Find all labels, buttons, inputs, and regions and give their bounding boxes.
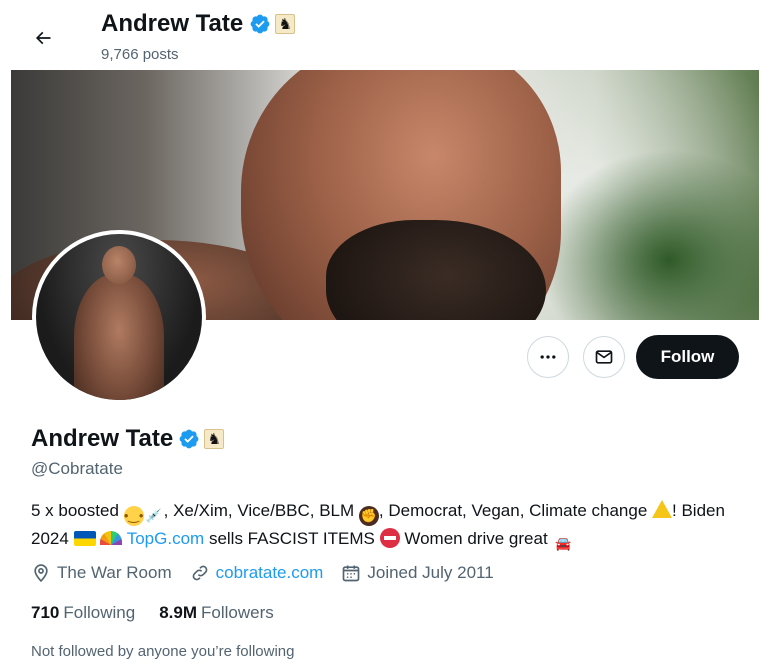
followers-count-link[interactable]: 8.9M Followers <box>159 603 274 623</box>
profile-name: Andrew Tate <box>31 425 174 452</box>
envelope-icon <box>595 350 613 364</box>
rainbow-emoji-icon <box>100 531 123 545</box>
follow-button[interactable]: Follow <box>636 335 739 379</box>
car-emoji-icon: 🚘 <box>555 536 572 551</box>
location-text: The War Room <box>57 563 172 582</box>
followers-label: Followers <box>200 603 274 622</box>
following-label: Following <box>63 603 136 622</box>
bio-text: sells FASCIST ITEMS <box>208 529 375 548</box>
bio-text: , Xe/Xim, Vice/BBC, BLM <box>163 501 355 520</box>
message-button[interactable] <box>583 336 625 378</box>
bio-link-topg[interactable]: TopG.com <box>127 529 204 548</box>
following-count: 710 <box>31 603 60 622</box>
warning-emoji-icon <box>652 500 673 518</box>
profile-bio: 5 x boosted •‿• 💉, Xe/Xim, Vice/BBC, BLM … <box>31 498 746 554</box>
profile-avatar[interactable] <box>32 230 206 404</box>
location-pin-icon <box>34 564 48 583</box>
header-title: Andrew Tate ♞ <box>101 10 296 38</box>
header-name: Andrew Tate <box>101 10 244 37</box>
arrow-left-icon <box>35 31 51 45</box>
not-followed-notice: Not followed by anyone you’re following <box>31 643 295 660</box>
verified-badge-icon[interactable] <box>178 428 200 450</box>
link-icon <box>192 565 207 581</box>
calendar-icon <box>343 565 360 582</box>
bio-text: Women drive great <box>404 529 548 548</box>
profile-meta: The War Room cobratate.com Joined July 2… <box>31 563 512 583</box>
bio-text: 5 x boosted <box>31 501 119 520</box>
join-date: Joined July 2011 <box>341 563 494 583</box>
syringe-emoji-icon: 💉 <box>145 508 162 523</box>
chess-knight-badge-icon[interactable]: ♞ <box>204 429 225 449</box>
chess-knight-badge-icon: ♞ <box>275 14 296 34</box>
back-button[interactable] <box>22 17 64 59</box>
follow-counts: 710 Following 8.9M Followers <box>31 603 298 623</box>
mask-face-emoji-icon: •‿• <box>123 506 144 526</box>
followers-count: 8.9M <box>159 603 197 622</box>
website[interactable]: cobratate.com <box>190 563 324 583</box>
website-link[interactable]: cobratate.com <box>216 563 324 583</box>
profile-name-row: Andrew Tate ♞ <box>31 425 225 453</box>
header-post-count: 9,766 posts <box>101 46 179 63</box>
top-header-bar: Andrew Tate ♞ 9,766 posts <box>0 0 771 70</box>
profile-handle: @Cobratate <box>31 459 123 478</box>
joined-text: Joined July 2011 <box>367 563 494 582</box>
following-count-link[interactable]: 710 Following <box>31 603 135 623</box>
ukraine-flag-emoji-icon <box>73 531 96 546</box>
more-dots-icon <box>540 355 556 359</box>
verified-badge-icon <box>249 13 271 35</box>
more-options-button[interactable] <box>527 336 569 378</box>
no-entry-emoji-icon <box>379 528 400 548</box>
raised-fist-emoji-icon: ✊ <box>358 506 379 526</box>
location: The War Room <box>31 563 172 583</box>
bio-text: , Democrat, Vegan, Climate change <box>378 501 648 520</box>
